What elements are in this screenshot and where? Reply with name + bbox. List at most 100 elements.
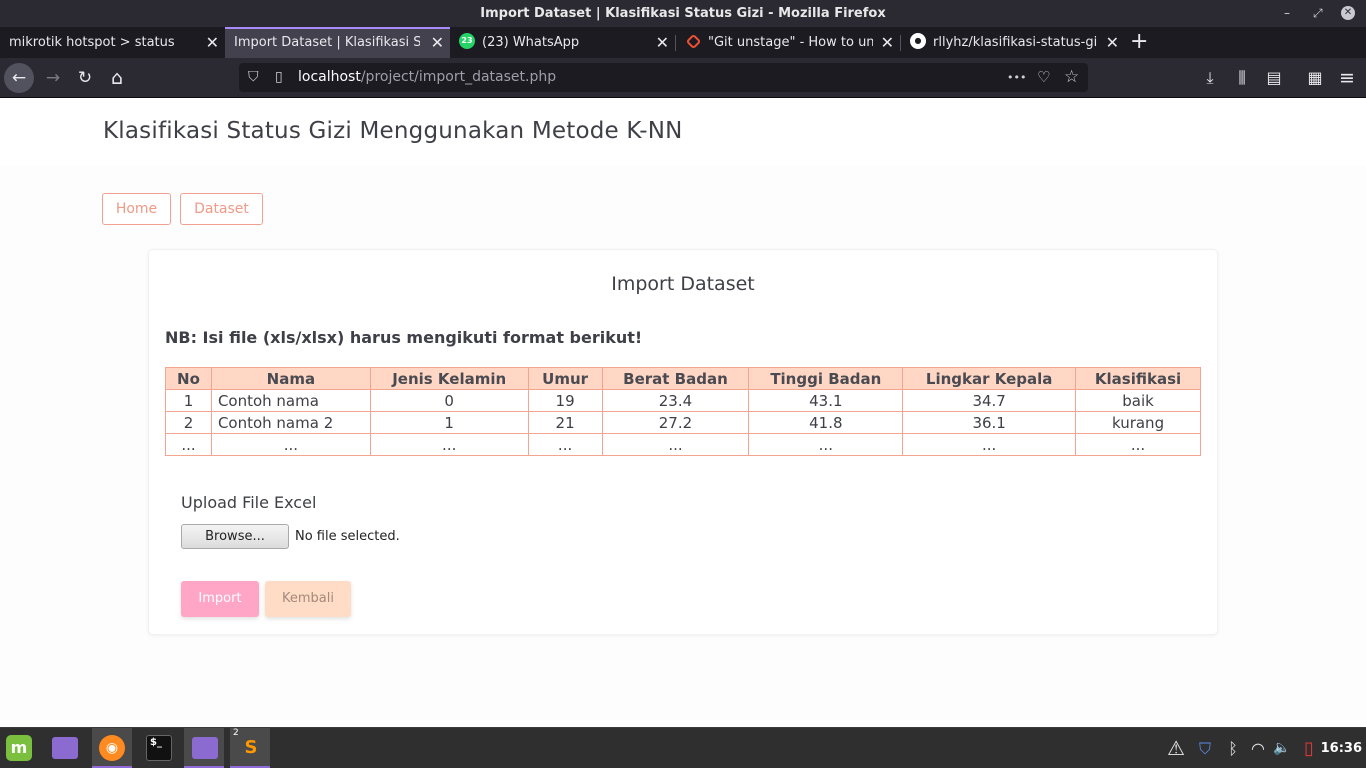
- volume-icon[interactable]: 🔈: [1271, 728, 1293, 768]
- table-cell: 0: [369, 389, 529, 412]
- taskbar-files-launcher[interactable]: [44, 728, 84, 768]
- url-path: /project/import_dataset.php: [360, 69, 557, 85]
- column-header: Umur: [527, 367, 603, 390]
- minimize-icon[interactable]: –: [1284, 0, 1290, 27]
- tab-close-icon[interactable]: ✕: [1106, 27, 1119, 58]
- table-cell: baik: [1075, 389, 1201, 412]
- window-close-icon[interactable]: ✕: [1341, 6, 1355, 20]
- site-title: Klasifikasi Status Gizi Menggunakan Meto…: [103, 118, 683, 144]
- folder-icon: [192, 737, 218, 759]
- table-cell: 41.8: [748, 411, 904, 434]
- tab-close-icon[interactable]: ✕: [656, 27, 669, 58]
- tab-title: mikrotik hotspot > status: [9, 35, 175, 50]
- window-titlebar: Import Dataset | Klasifikasi Status Gizi…: [0, 0, 1366, 27]
- window-title: Import Dataset | Klasifikasi Status Gizi…: [480, 6, 886, 21]
- import-button[interactable]: Import: [181, 581, 259, 617]
- battery-icon[interactable]: ▯: [1298, 728, 1320, 768]
- table-cell: 19: [527, 389, 603, 412]
- bluetooth-icon[interactable]: ᛒ: [1222, 728, 1244, 768]
- forward-button[interactable]: →: [38, 63, 68, 93]
- column-header: Nama: [210, 367, 371, 390]
- upload-label: Upload File Excel: [181, 493, 317, 512]
- menu-icon[interactable]: ≡: [1334, 63, 1360, 93]
- git-icon: [685, 33, 702, 49]
- table-cell: kurang: [1075, 411, 1201, 434]
- url-bar[interactable]: ⛉ ▯ localhost/project/import_dataset.php…: [239, 63, 1088, 92]
- table-cell: Contoh nama 2: [210, 411, 371, 434]
- column-header: No: [165, 367, 212, 390]
- extensions-icon[interactable]: ▦: [1302, 63, 1328, 93]
- page-actions-icon[interactable]: •••: [1007, 63, 1026, 92]
- taskbar-sublime[interactable]: S 2: [230, 728, 270, 768]
- sublime-text-icon: S: [238, 735, 264, 761]
- tab-bar: mikrotik hotspot > status ✕ Import Datas…: [0, 27, 1366, 58]
- table-cell: ...: [165, 433, 212, 456]
- navigation-toolbar: ← → ↻ ⌂ ⛉ ▯ localhost/project/import_dat…: [0, 58, 1366, 98]
- tab-import-dataset[interactable]: Import Dataset | Klasifikasi Sta ✕: [225, 27, 450, 58]
- tab-close-icon[interactable]: ✕: [431, 29, 444, 57]
- table-cell: ...: [902, 433, 1077, 456]
- sidebar-icon[interactable]: ▤: [1261, 63, 1287, 93]
- table-row: 1 Contoh nama 0 19 23.4 43.1 34.7 baik: [165, 389, 1201, 412]
- window-count-badge: 2: [233, 728, 239, 738]
- table-cell: Contoh nama: [210, 389, 371, 412]
- table-cell: 1: [369, 411, 529, 434]
- column-header: Jenis Kelamin: [369, 367, 529, 390]
- browse-file-button[interactable]: Browse...: [181, 524, 289, 549]
- tab-title: "Git unstage" - How to unst: [708, 35, 873, 50]
- site-header: Klasifikasi Status Gizi Menggunakan Meto…: [0, 99, 1366, 166]
- table-cell: 2: [165, 411, 212, 434]
- reload-button[interactable]: ↻: [70, 63, 100, 93]
- tab-git-unstage[interactable]: "Git unstage" - How to unst ✕: [676, 27, 900, 58]
- tab-close-icon[interactable]: ✕: [881, 27, 894, 58]
- library-icon[interactable]: ⫼: [1229, 63, 1255, 93]
- url-text[interactable]: localhost/project/import_dataset.php: [298, 63, 556, 92]
- format-note: NB: Isi file (xls/xlsx) harus mengikuti …: [165, 328, 643, 347]
- column-header: Klasifikasi: [1075, 367, 1201, 390]
- wifi-icon[interactable]: ◠: [1247, 728, 1269, 768]
- url-host: localhost: [298, 69, 361, 85]
- home-button[interactable]: ⌂: [102, 63, 132, 93]
- tab-github[interactable]: ● rllyhz/klasifikasi-status-gizi ✕: [901, 27, 1125, 58]
- table-row: ... ... ... ... ... ... ... ...: [165, 433, 1201, 456]
- downloads-icon[interactable]: ⤓: [1197, 63, 1223, 93]
- shield-icon[interactable]: ⛉: [1194, 728, 1216, 768]
- file-status: No file selected.: [295, 529, 400, 544]
- taskbar-firefox[interactable]: ◉: [92, 728, 132, 768]
- whatsapp-icon: 23: [459, 33, 475, 49]
- format-table: No Nama Jenis Kelamin Umur Berat Badan T…: [165, 367, 1201, 456]
- back-link-button[interactable]: Kembali: [265, 581, 351, 617]
- terminal-icon: $_: [146, 735, 172, 761]
- maximize-icon[interactable]: ⤢: [1313, 0, 1323, 27]
- column-header: Tinggi Badan: [748, 367, 904, 390]
- taskbar-terminal[interactable]: $_: [138, 728, 178, 768]
- table-cell: ...: [748, 433, 904, 456]
- table-cell: ...: [601, 433, 750, 456]
- table-cell: 36.1: [902, 411, 1077, 434]
- bookmark-star-icon[interactable]: ☆: [1064, 63, 1079, 92]
- linux-mint-menu-icon: m: [6, 735, 32, 761]
- taskbar: m ◉ $_ S 2 ⚠ ⛉ ᛒ ◠ 🔈 ▯ 16:36: [0, 727, 1366, 768]
- tab-mikrotik[interactable]: mikrotik hotspot > status ✕: [0, 27, 225, 58]
- github-icon: ●: [910, 33, 926, 49]
- back-button[interactable]: ←: [4, 63, 34, 93]
- tab-title: (23) WhatsApp: [482, 35, 580, 50]
- new-tab-button[interactable]: +: [1130, 27, 1148, 58]
- page-info-icon[interactable]: ▯: [275, 63, 283, 92]
- start-menu-button[interactable]: m: [0, 728, 40, 768]
- tab-close-icon[interactable]: ✕: [206, 27, 219, 58]
- table-header-row: No Nama Jenis Kelamin Umur Berat Badan T…: [165, 367, 1201, 390]
- tab-title: Import Dataset | Klasifikasi Sta: [234, 35, 420, 50]
- tracking-protection-icon[interactable]: ⛉: [248, 63, 259, 92]
- firefox-icon: ◉: [99, 735, 125, 761]
- pocket-icon[interactable]: ♡: [1037, 63, 1050, 92]
- table-cell: 23.4: [601, 389, 750, 412]
- column-header: Lingkar Kepala: [902, 367, 1077, 390]
- warning-icon[interactable]: ⚠: [1165, 728, 1187, 768]
- nav-dataset-link[interactable]: Dataset: [180, 193, 263, 225]
- tab-whatsapp[interactable]: 23 (23) WhatsApp ✕: [450, 27, 675, 58]
- nav-home-link[interactable]: Home: [102, 193, 171, 225]
- clock[interactable]: 16:36: [1321, 728, 1362, 768]
- taskbar-folder[interactable]: [184, 728, 224, 768]
- table-cell: 34.7: [902, 389, 1077, 412]
